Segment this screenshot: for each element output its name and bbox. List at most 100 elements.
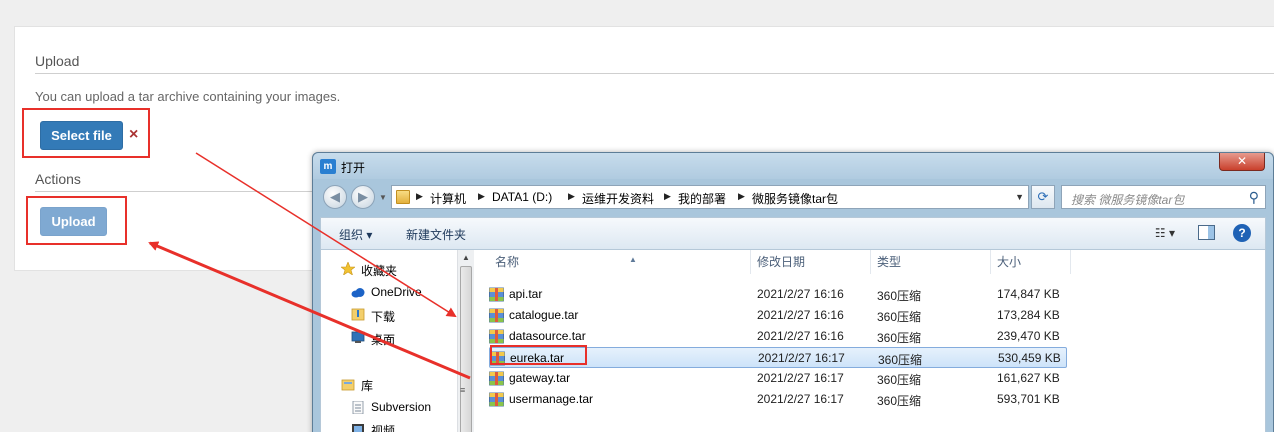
dialog-titlebar[interactable]: m 打开 ✕ [313,153,1273,179]
column-header-type[interactable]: 类型 [871,250,991,274]
file-type: 360压缩 [877,331,922,345]
table-row[interactable]: usermanage.tar 2021/2/27 16:17 360压缩 593,70… [489,389,1067,410]
new-folder-button[interactable]: 新建文件夹 [406,226,466,243]
archive-file-icon [489,308,504,323]
address-dropdown-icon[interactable]: ▼ [1015,192,1024,202]
file-size: 174,847 KB [997,287,1060,301]
nav-item-downloads[interactable]: 下载 [371,308,395,325]
scroll-thumb[interactable] [460,266,472,432]
file-list: 名称 ▲ 修改日期 类型 大小 api.tar 2021/2/27 16:16 360… [479,250,1265,432]
search-placeholder: 搜索 微服务镜像tar包 [1071,193,1185,207]
column-header-size[interactable]: 大小 [991,250,1071,274]
file-name[interactable]: api.tar [509,287,542,301]
column-header-date[interactable]: 修改日期 [751,250,871,274]
file-size: 161,627 KB [997,371,1060,385]
breadcrumb-separator-icon[interactable]: ▶ [568,191,575,202]
breadcrumb-separator-icon[interactable]: ▶ [664,191,671,202]
app-icon: m [320,159,336,174]
dialog-title: 打开 [341,161,366,175]
nav-item-desktop[interactable]: 桌面 [371,331,395,348]
dialog-content: 收藏夹 OneDrive 下载 桌面 库 Subversion 视频 ▲ ≡ 名… [320,249,1266,432]
file-type: 360压缩 [877,310,922,324]
document-icon [352,401,364,414]
file-type: 360压缩 [877,373,922,387]
open-file-dialog: m 打开 ✕ ◀ ▶ ▼ ▶ 计算机 ▶ DATA1 (D:) ▶ 运维开发资料… [312,152,1274,432]
table-row[interactable]: gateway.tar 2021/2/27 16:17 360压缩 161,627 K… [489,368,1067,389]
table-row[interactable]: api.tar 2021/2/27 16:16 360压缩 174,847 KB [489,284,1067,305]
help-text: You can upload a tar archive containing … [35,89,341,104]
back-arrow-icon[interactable]: ◀ [323,185,347,209]
nav-scrollbar[interactable]: ▲ ≡ [457,250,474,432]
breadcrumb-drive[interactable]: DATA1 (D:) [492,190,552,204]
divider [35,73,1274,74]
divider [35,191,315,192]
file-size: 593,701 KB [997,392,1060,406]
nav-item-library[interactable]: 库 [361,377,373,394]
dialog-toolbar: 组织 ▾ 新建文件夹 ☷ ▾ ? [320,217,1266,249]
file-name[interactable]: catalogue.tar [509,308,578,322]
file-size: 173,284 KB [997,308,1060,322]
nav-item-videos[interactable]: 视频 [371,422,395,432]
history-dropdown-icon[interactable]: ▼ [379,193,387,202]
table-row[interactable]: datasource.tar 2021/2/27 16:16 360压缩 239,47… [489,326,1067,347]
column-header-name[interactable]: 名称 ▲ [489,250,751,274]
downloads-folder-icon [351,308,365,321]
file-size: 530,459 KB [998,351,1061,365]
nav-item-onedrive[interactable]: OneDrive [371,285,422,299]
navigation-pane: 收藏夹 OneDrive 下载 桌面 库 Subversion 视频 ▲ ≡ [321,250,474,432]
nav-item-subversion[interactable]: Subversion [371,400,431,414]
refresh-icon[interactable]: ⟳ [1031,185,1055,209]
annotation-box-file [490,345,587,365]
column-name-label: 名称 [495,255,520,269]
scroll-grip-icon: ≡ [460,385,466,395]
file-date: 2021/2/27 16:17 [757,392,844,406]
desktop-icon [351,331,365,343]
table-row[interactable]: catalogue.tar 2021/2/27 16:16 360压缩 173,284… [489,305,1067,326]
file-type: 360压缩 [877,289,922,303]
address-bar[interactable]: ▶ 计算机 ▶ DATA1 (D:) ▶ 运维开发资料 ▶ 我的部署 ▶ 微服务… [391,185,1029,209]
file-date: 2021/2/27 16:16 [757,329,844,343]
scroll-up-icon[interactable]: ▲ [458,250,474,266]
file-name[interactable]: gateway.tar [509,371,570,385]
help-icon[interactable]: ? [1233,224,1251,242]
archive-file-icon [489,287,504,302]
address-row: ◀ ▶ ▼ ▶ 计算机 ▶ DATA1 (D:) ▶ 运维开发资料 ▶ 我的部署… [313,179,1273,213]
upload-section-title: Upload [35,53,80,69]
organize-button[interactable]: 组织 ▾ [339,226,372,243]
view-options-icon[interactable]: ☷ ▾ [1155,226,1175,240]
file-date: 2021/2/27 16:16 [757,308,844,322]
sort-ascending-icon: ▲ [629,255,637,264]
breadcrumb-folder-docs[interactable]: 运维开发资料 [582,190,654,207]
file-name[interactable]: usermanage.tar [509,392,593,406]
nav-item-favorites[interactable]: 收藏夹 [361,262,397,279]
search-input[interactable]: 搜索 微服务镜像tar包 ⚲ [1061,185,1266,209]
archive-file-icon [489,392,504,407]
breadcrumb-separator-icon[interactable]: ▶ [416,191,423,202]
folder-icon [396,190,410,204]
file-type: 360压缩 [878,353,923,367]
star-icon [341,262,355,275]
breadcrumb-folder-deploy[interactable]: 我的部署 [678,190,726,207]
library-icon [341,379,355,391]
file-type: 360压缩 [877,394,922,408]
close-button[interactable]: ✕ [1219,153,1265,171]
breadcrumb-separator-icon[interactable]: ▶ [738,191,745,202]
actions-section-title: Actions [35,171,81,187]
file-date: 2021/2/27 16:17 [757,371,844,385]
breadcrumb-separator-icon[interactable]: ▶ [478,191,485,202]
cloud-icon [351,288,365,298]
annotation-box-upload [26,196,127,245]
breadcrumb-folder-current[interactable]: 微服务镜像tar包 [752,190,838,207]
archive-file-icon [489,329,504,344]
breadcrumb-computer[interactable]: 计算机 [430,190,466,207]
video-icon [352,424,364,432]
search-icon[interactable]: ⚲ [1249,189,1259,206]
forward-arrow-icon[interactable]: ▶ [351,185,375,209]
file-date: 2021/2/27 16:16 [757,287,844,301]
file-name[interactable]: datasource.tar [509,329,586,343]
annotation-box-select [22,108,150,158]
preview-pane-icon[interactable] [1198,225,1215,240]
file-date: 2021/2/27 16:17 [758,351,845,365]
file-size: 239,470 KB [997,329,1060,343]
archive-file-icon [489,371,504,386]
